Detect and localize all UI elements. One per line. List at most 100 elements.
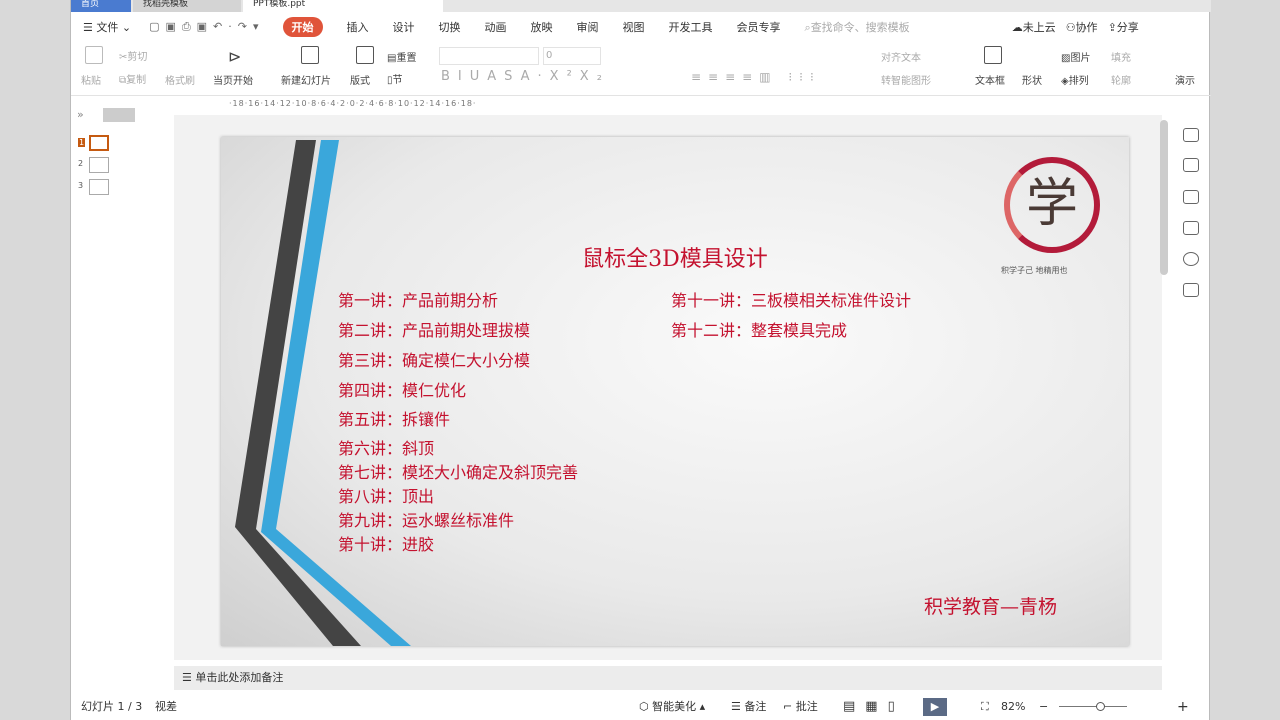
logo: 学 <box>1004 157 1100 253</box>
reset-label: 重置 <box>396 53 417 64</box>
thumbnail-panel: » 1 2 3 <box>71 100 171 660</box>
cut-label: 剪切 <box>127 52 148 63</box>
textbox-icon <box>984 46 1002 67</box>
cloud-button[interactable]: ☁未上云 <box>1012 19 1056 35</box>
theme-name: 视差 <box>155 700 177 713</box>
comment-button[interactable]: ⌐ 批注 <box>783 694 818 720</box>
tab-view[interactable]: 视图 <box>623 19 645 35</box>
paragraph-align-buttons[interactable]: ≡≡≡≡▥ ⁝⁝⁝ <box>691 70 821 84</box>
copy-button[interactable]: ⧉复制 <box>119 71 146 86</box>
collapse-icon[interactable]: » <box>77 108 84 121</box>
lecture-item: 第二讲：产品前期处理拔模 <box>338 321 531 340</box>
notes-button[interactable]: ☰ 备注 <box>731 694 766 720</box>
picture-button[interactable]: ▨图片 <box>1061 49 1090 64</box>
zoom-level[interactable]: 82% <box>1001 694 1025 720</box>
wps-window: 首页 找稻壳模板 PPT模板.ppt ☰ 文件 ⌄ ▢▣⎙▣↶·↷▾ 开始 插入… <box>70 0 1211 720</box>
lecture-item: 第四讲：模仁优化 <box>338 381 467 400</box>
lecture-item: 第七讲：模坯大小确定及斜顶完善 <box>338 463 579 482</box>
menu-bar: ☰ 文件 ⌄ ▢▣⎙▣↶·↷▾ 开始 插入 设计 切换 动画 放映 审阅 视图 … <box>71 14 1211 40</box>
font-style-buttons[interactable]: BIUASA·X²X₂ <box>441 69 610 84</box>
view-mode-buttons[interactable]: ▤▦▯ <box>843 694 905 720</box>
section-button[interactable]: ▯节 <box>387 71 403 86</box>
tab-slideshow[interactable]: 放映 <box>531 19 553 35</box>
search-placeholder: 查找命令、搜索模板 <box>810 21 910 34</box>
shape-button[interactable]: 形状 <box>1022 72 1042 87</box>
star-icon[interactable] <box>1183 158 1199 172</box>
settings-icon[interactable] <box>1183 128 1199 142</box>
tab-home[interactable]: 首页 <box>71 0 131 12</box>
tab-bar: 首页 找稻壳模板 PPT模板.ppt <box>71 0 1211 12</box>
slide-thumbnail[interactable] <box>89 179 109 195</box>
share-button[interactable]: ⇪分享 <box>1108 19 1139 35</box>
tab-transition[interactable]: 切换 <box>439 19 461 35</box>
status-bar: 幻灯片 1 / 3 视差 ⬡ 智能美化 ▴ ☰ 备注 ⌐ 批注 ▤▦▯ ▶ ⛶ … <box>71 694 1211 720</box>
play-current-button[interactable]: 当页开始 <box>213 72 253 87</box>
slide-thumbnail[interactable] <box>89 157 109 173</box>
tab-review[interactable]: 审阅 <box>577 19 599 35</box>
collab-label: 协作 <box>1075 21 1098 34</box>
thumb-number: 1 <box>78 138 86 147</box>
thumb-number: 2 <box>78 159 84 168</box>
slide-title: 鼠标全3D模具设计 <box>582 247 768 272</box>
font-size-select[interactable]: 0 <box>543 47 601 65</box>
outline-button[interactable]: 轮廓 <box>1111 72 1131 87</box>
image-icon[interactable] <box>1183 221 1199 235</box>
right-sidebar <box>1160 100 1211 660</box>
file-menu[interactable]: ☰ 文件 ⌄ <box>83 19 131 35</box>
zoom-slider-handle[interactable] <box>1095 702 1105 711</box>
paste-button[interactable]: 粘贴 <box>81 72 101 87</box>
tab-insert[interactable]: 插入 <box>347 19 369 35</box>
new-slide-icon <box>301 46 319 67</box>
beautify-label: 智能美化 <box>652 700 697 713</box>
tab-start[interactable]: 开始 <box>282 17 323 37</box>
lecture-item: 第一讲：产品前期分析 <box>338 291 499 310</box>
notes-placeholder: 单击此处添加备注 <box>195 671 284 684</box>
smart-shape-button[interactable]: 转智能图形 <box>881 72 931 87</box>
lecture-item: 第九讲：运水螺丝标准件 <box>338 511 515 530</box>
scrollbar[interactable] <box>1160 120 1168 275</box>
file-label: 文件 <box>96 21 119 34</box>
thumb-number: 3 <box>78 181 84 190</box>
tab-developer[interactable]: 开发工具 <box>669 19 713 35</box>
present-button[interactable]: 演示 <box>1175 72 1195 87</box>
notes-field[interactable]: ☰ 单击此处添加备注 <box>174 666 1162 690</box>
location-icon[interactable] <box>1183 252 1199 266</box>
cut-button[interactable]: ✂剪切 <box>119 48 147 63</box>
slide-thumbnail[interactable] <box>89 135 109 151</box>
collab-button[interactable]: ⚇协作 <box>1066 19 1098 35</box>
zoom-out-button[interactable]: − <box>1039 694 1048 720</box>
textbox-button[interactable]: 文本框 <box>975 72 1005 87</box>
arrange-button[interactable]: ◈排列 <box>1061 72 1089 87</box>
tab-document[interactable]: PPT模板.ppt <box>243 0 443 12</box>
notes-icon: ☰ <box>182 671 196 684</box>
tab-templates[interactable]: 找稻壳模板 <box>133 0 241 12</box>
lecture-item: 第十讲：进胶 <box>338 535 435 554</box>
book-icon[interactable] <box>1183 283 1199 297</box>
layout-button[interactable]: 版式 <box>350 72 370 87</box>
picture-label: 图片 <box>1070 53 1091 64</box>
copy-label: 复制 <box>126 75 147 86</box>
quick-access-icons[interactable]: ▢▣⎙▣↶·↷▾ <box>149 20 264 34</box>
comment-label: 批注 <box>795 700 818 713</box>
zoom-slider[interactable] <box>1059 706 1127 707</box>
tab-design[interactable]: 设计 <box>393 19 415 35</box>
play-slideshow-button[interactable]: ▶ <box>923 698 947 716</box>
outline-view-toggle[interactable] <box>103 108 135 122</box>
copy-icon[interactable] <box>1183 190 1199 204</box>
zoom-in-button[interactable]: + <box>1177 694 1189 720</box>
new-slide-button[interactable]: 新建幻灯片 <box>281 72 331 87</box>
slide-canvas[interactable]: 鼠标全3D模具设计 学 积学子己 地精用也 第一讲：产品前期分析 第二讲：产品前期… <box>221 137 1129 646</box>
reset-button[interactable]: ▤重置 <box>387 49 416 64</box>
notes-toggle-label: 备注 <box>744 700 767 713</box>
horizontal-ruler: ·18·16·14·12·10·8·6·4·2·0·2·4·6·8·10·12·… <box>229 99 477 108</box>
lecture-item: 第十二讲：整套模具完成 <box>671 321 848 340</box>
fill-button[interactable]: 填充 <box>1111 49 1131 64</box>
tab-member[interactable]: 会员专享 <box>737 19 781 35</box>
format-painter-button[interactable]: 格式刷 <box>165 72 195 87</box>
fit-icon[interactable]: ⛶ <box>981 694 989 720</box>
beautify-button[interactable]: ⬡ 智能美化 ▴ <box>639 694 705 720</box>
font-family-select[interactable] <box>439 47 539 65</box>
search-command[interactable]: ⌕查找命令、搜索模板 <box>805 19 910 35</box>
tab-animation[interactable]: 动画 <box>485 19 507 35</box>
align-text-button[interactable]: 对齐文本 <box>881 49 921 64</box>
